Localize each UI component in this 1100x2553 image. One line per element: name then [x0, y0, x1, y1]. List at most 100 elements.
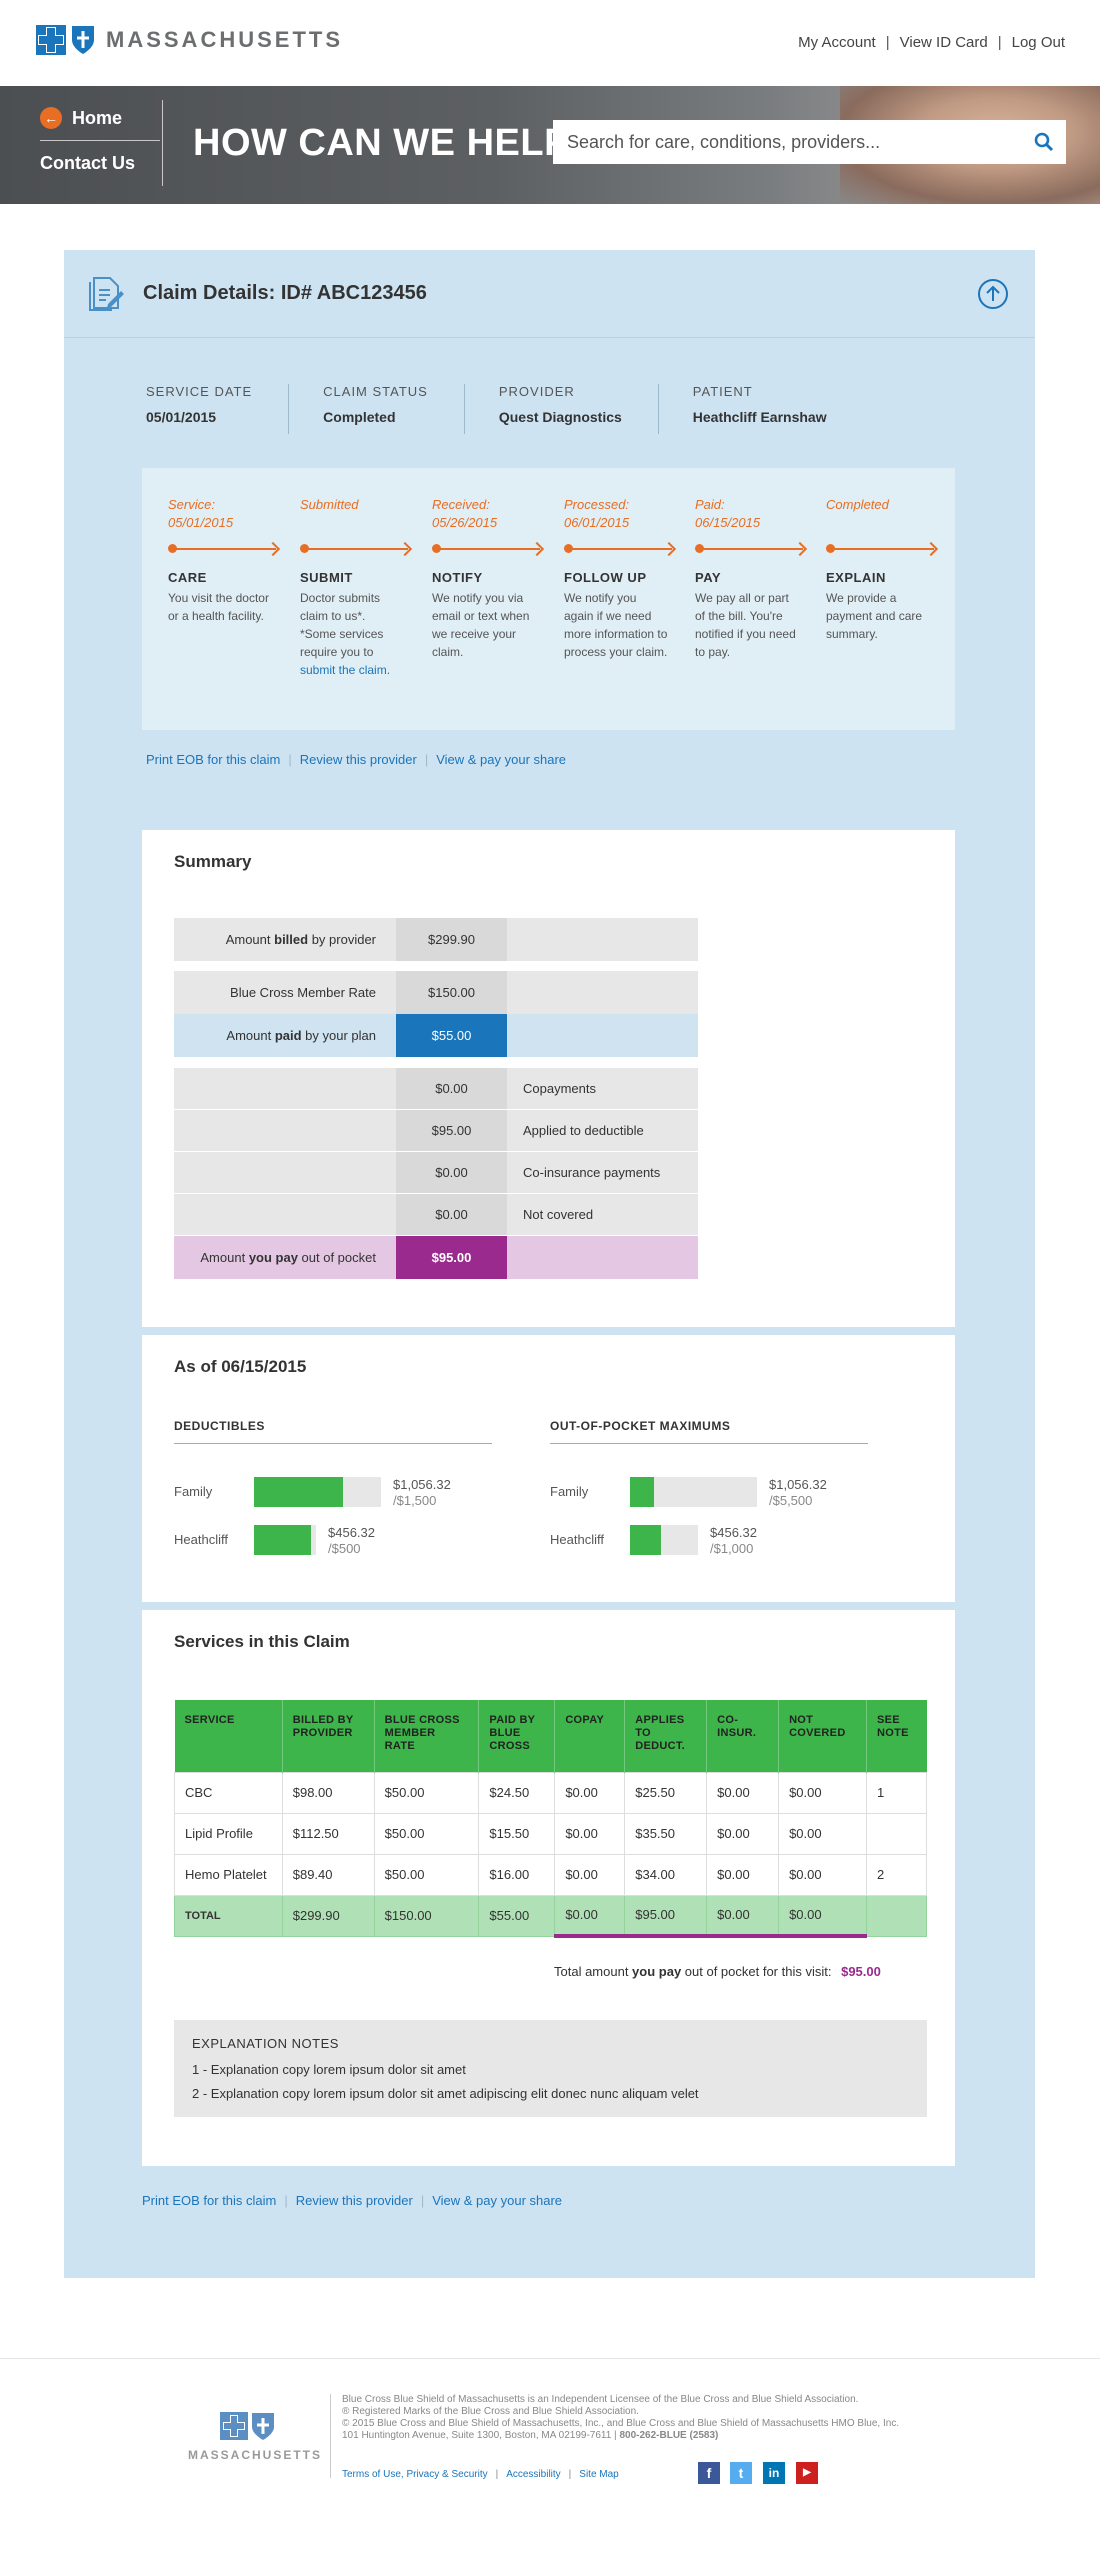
breakdown-row: $0.00 Not covered [174, 1194, 698, 1235]
search-box [553, 120, 1066, 164]
linkedin-icon[interactable]: in [763, 2462, 785, 2484]
step-desc: Doctor submits claim to us*. *Some servi… [300, 591, 391, 677]
deductibles-heading: DEDUCTIBLES [174, 1419, 492, 1444]
info-value: Heathcliff Earnshaw [692, 409, 827, 425]
claim-links-bottom: Print EOB for this claim | Review this p… [142, 2193, 562, 2208]
row-value: $0.00 [396, 1194, 507, 1235]
provider-field: PROVIDER Quest Diagnostics [499, 384, 659, 434]
row-empty [174, 1110, 396, 1151]
nav-separator: | [997, 34, 1002, 51]
plan-paid-row: Amount paid by your plan $55.00 [174, 1014, 698, 1057]
progress-fill [630, 1477, 655, 1507]
step-title: FOLLOW UP [564, 570, 647, 585]
print-eob-link[interactable]: Print EOB for this claim [146, 752, 280, 767]
table-cell: $0.00 [554, 1771, 626, 1814]
breakdown-row: $0.00 Copayments [174, 1068, 698, 1109]
column-header: PAID BY BLUE CROSS [478, 1700, 556, 1772]
table-cell: $112.50 [281, 1812, 375, 1855]
summary-title: Summary [174, 852, 252, 871]
footer-links: Terms of Use, Privacy & Security | Acces… [342, 2469, 619, 2480]
notes-heading: EXPLANATION NOTES [192, 2036, 339, 2051]
search-icon[interactable] [1034, 132, 1054, 152]
info-value: Completed [323, 409, 396, 425]
row-empty [174, 1152, 396, 1193]
log-out-link[interactable]: Log Out [1012, 34, 1065, 51]
link-separator: | [288, 752, 292, 767]
column-header: BILLED BY PROVIDER [282, 1700, 375, 1772]
link-separator: | [568, 2469, 572, 2480]
table-cell: $0.00 [778, 1894, 867, 1938]
row-value: $95.00 [396, 1236, 507, 1279]
table-cell: $0.00 [706, 1853, 780, 1896]
link-separator: | [420, 2193, 425, 2208]
info-label: SERVICE DATE [146, 384, 253, 399]
terms-privacy-link[interactable]: Terms of Use, Privacy & Security [342, 2469, 488, 2480]
row-value: $299.90 [396, 918, 507, 961]
table-cell: Lipid Profile [174, 1812, 283, 1855]
footer-logo[interactable]: MASSACHUSETTS [188, 2412, 320, 2462]
row-empty [507, 971, 698, 1014]
progress-fill [630, 1525, 661, 1555]
legal-line: © 2015 Blue Cross and Blue Shield of Mas… [342, 2418, 900, 2429]
row-value: $0.00 [396, 1152, 507, 1193]
services-card: Services in this Claim SERVICE BILLED BY… [142, 1610, 955, 2166]
phone-number: 800-262-BLUE (2583) [619, 2430, 719, 2441]
review-provider-link[interactable]: Review this provider [296, 2193, 413, 2208]
table-cell: $50.00 [373, 1771, 480, 1814]
accessibility-link[interactable]: Accessibility [506, 2469, 560, 2480]
table-cell: $15.50 [478, 1812, 556, 1855]
services-table: SERVICE BILLED BY PROVIDER BLUE CROSS ME… [174, 1700, 928, 1938]
site-map-link[interactable]: Site Map [579, 2469, 618, 2480]
timeline-step-notify: Received: 05/26/2015 NOTIFY We notify you… [432, 496, 557, 661]
table-cell: $150.00 [373, 1894, 480, 1937]
search-input[interactable] [553, 120, 1013, 164]
back-arrow-icon: ← [40, 107, 62, 129]
legal-line: 101 Huntington Avenue, Suite 1300, Bosto… [342, 2430, 719, 2441]
print-eob-link[interactable]: Print EOB for this claim [142, 2193, 276, 2208]
view-id-card-link[interactable]: View ID Card [900, 34, 988, 51]
table-cell: $25.50 [624, 1771, 708, 1814]
timeline-step-explain: Completed EXPLAIN We provide a payment a… [826, 496, 951, 643]
table-cell: $299.90 [281, 1894, 375, 1937]
progress-fill [254, 1525, 311, 1555]
column-header: APPLIES TO DEDUCT. [624, 1700, 708, 1772]
oop-family-row: Family $1,056.32/$5,500 [550, 1477, 827, 1509]
table-cell: $0.00 [706, 1771, 780, 1814]
view-pay-share-link[interactable]: View & pay your share [432, 2193, 562, 2208]
link-separator: | [495, 2469, 499, 2480]
footer-divider [0, 2358, 1100, 2359]
my-account-link[interactable]: My Account [798, 34, 876, 51]
collapse-up-icon[interactable] [977, 278, 1009, 310]
table-cell [865, 1812, 928, 1855]
progress-bar [630, 1525, 698, 1555]
submit-claim-link[interactable]: submit the claim. [300, 663, 390, 677]
bcbs-logo[interactable]: MASSACHUSETTS [36, 24, 343, 56]
step-title: SUBMIT [300, 570, 353, 585]
top-header: MASSACHUSETTS My Account | View ID Card … [0, 0, 1100, 86]
table-cell: $55.00 [478, 1894, 556, 1937]
divider [40, 140, 160, 141]
column-header: BLUE CROSS MEMBER RATE [374, 1700, 480, 1772]
youtube-icon[interactable]: ▶ [796, 2462, 818, 2484]
row-value: $0.00 [396, 1068, 507, 1109]
row-label: Blue Cross Member Rate [174, 971, 396, 1014]
note-item: 1 - Explanation copy lorem ipsum dolor s… [192, 2062, 466, 2077]
timeline-step-follow-up: Processed: 06/01/2015 FOLLOW UP We notify… [564, 496, 689, 661]
facebook-icon[interactable]: f [698, 2462, 720, 2484]
contact-us-link[interactable]: Contact Us [40, 147, 160, 179]
column-header: CO-INSUR. [706, 1700, 780, 1772]
step-date: Service: 05/01/2015 [168, 497, 234, 530]
twitter-icon[interactable]: t [730, 2462, 752, 2484]
row-label: Amount you pay out of pocket [174, 1236, 396, 1279]
progress-label: Family [174, 1484, 213, 1499]
table-cell: $34.00 [624, 1853, 708, 1896]
progress-label: Family [550, 1484, 589, 1499]
breakdown-row: $0.00 Co-insurance payments [174, 1152, 698, 1193]
home-link[interactable]: ← Home [40, 102, 160, 134]
review-provider-link[interactable]: Review this provider [300, 752, 417, 767]
view-pay-share-link[interactable]: View & pay your share [436, 752, 566, 767]
row-label: Copayments [507, 1068, 698, 1109]
row-label: Amount paid by your plan [174, 1014, 396, 1057]
row-empty [507, 1236, 698, 1279]
info-label: PROVIDER [498, 384, 575, 399]
